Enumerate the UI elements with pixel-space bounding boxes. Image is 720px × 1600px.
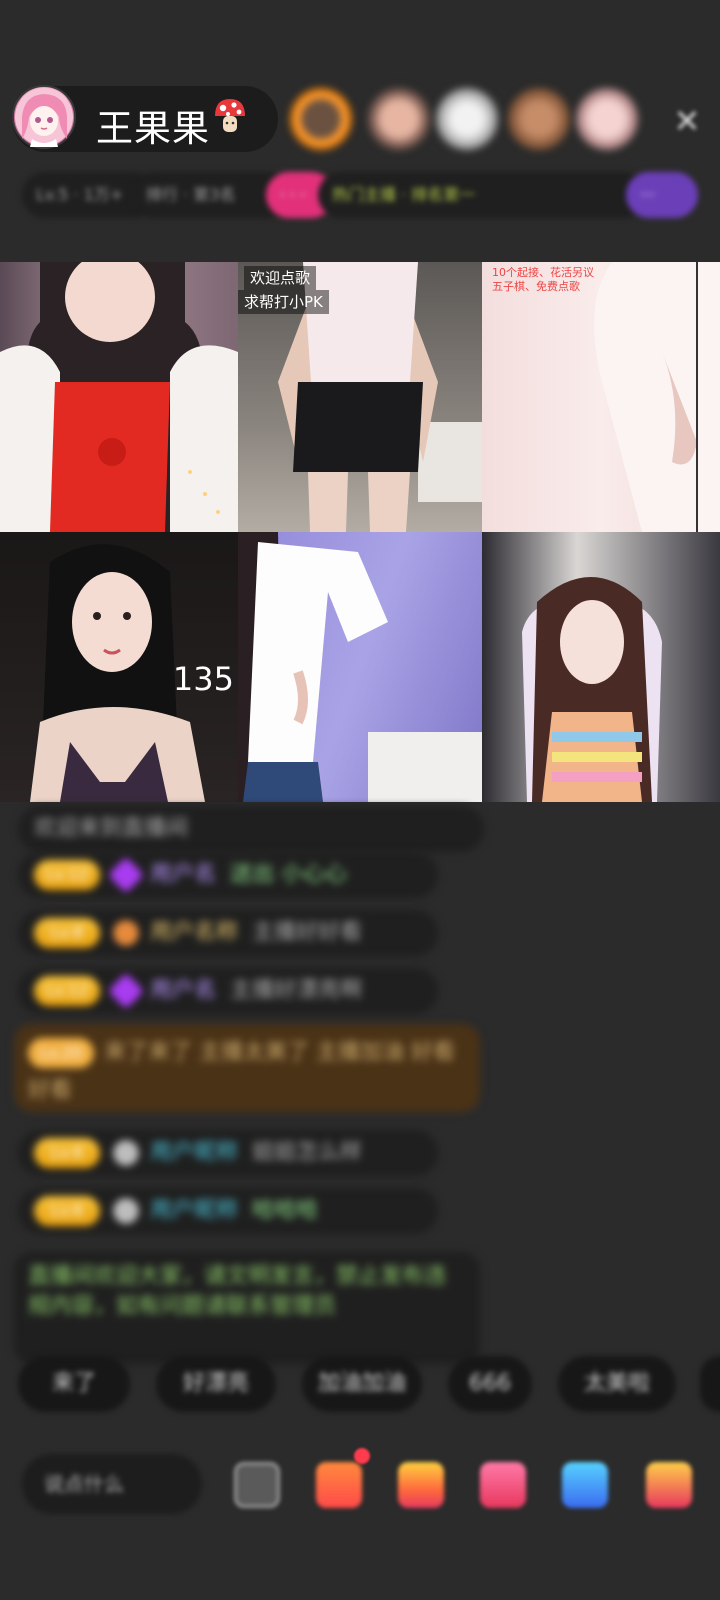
streamer-figure-3 bbox=[594, 262, 720, 532]
chat-text: 主播好好看 bbox=[252, 920, 363, 945]
stats-row: Lv.5 · 1万+ 排行 · 第3名 · · · 热门主播 · 排名第一 ··… bbox=[22, 172, 698, 218]
gift-box-icon[interactable] bbox=[316, 1462, 362, 1508]
video-tile-4[interactable]: 135 bbox=[0, 532, 238, 802]
host-name: 王果果 bbox=[96, 107, 210, 150]
chat-message-3[interactable]: Lv.12 用户名 主播好漂亮啊 bbox=[18, 968, 438, 1014]
video-tile-2[interactable]: 欢迎点歌 求帮打小PK bbox=[238, 262, 482, 532]
quick-reply-1[interactable]: 来了 bbox=[18, 1356, 130, 1412]
chat-input[interactable]: 说点什么 bbox=[22, 1454, 202, 1514]
chat-username[interactable]: 用户名称 bbox=[150, 920, 238, 945]
mushroom-icon bbox=[215, 99, 245, 132]
video-grid: 欢迎点歌 求帮打小PK 10个起接、花活另议 五子棋、免费点歌 135 bbox=[0, 262, 720, 802]
close-icon[interactable]: ✕ bbox=[670, 104, 704, 138]
chat-message-2[interactable]: Lv.8 用户名称 主播好好看 bbox=[18, 910, 438, 956]
chat-system-line: 欢迎来到直播间 bbox=[18, 806, 484, 852]
quick-reply-2[interactable]: 好漂亮 bbox=[156, 1356, 276, 1412]
chat-username[interactable]: 用户昵称 bbox=[150, 1140, 238, 1165]
avatar-illustration bbox=[15, 88, 73, 147]
viewer-avatar-3[interactable] bbox=[436, 88, 498, 150]
heart-icon bbox=[107, 914, 145, 952]
treasure-icon[interactable] bbox=[398, 1462, 444, 1508]
chat-text: 姐姐怎么样 bbox=[252, 1140, 363, 1165]
tile-2-caption-2: 求帮打小PK bbox=[238, 290, 329, 314]
avatar-icon bbox=[107, 1192, 145, 1230]
viewer-avatar-2[interactable] bbox=[368, 88, 430, 150]
quick-reply-3[interactable]: 加油加油 bbox=[302, 1356, 422, 1412]
chat-text: 送出 小心心 bbox=[230, 862, 348, 887]
viewer-avatar-4[interactable] bbox=[508, 88, 570, 150]
tile-3-caption-1: 10个起接、花活另议 bbox=[492, 266, 594, 279]
video-tile-3[interactable]: 10个起接、花活另议 五子棋、免费点歌 bbox=[482, 262, 720, 532]
level-badge: Lv.6 bbox=[34, 1196, 100, 1226]
quick-reply-more[interactable] bbox=[700, 1356, 720, 1412]
chat-message-5[interactable]: Lv.6 用户昵称 哈哈哈 bbox=[18, 1188, 438, 1234]
quick-reply-4[interactable]: 666 bbox=[448, 1356, 532, 1412]
video-tile-6[interactable] bbox=[482, 532, 720, 802]
chat-username[interactable]: 用户名 bbox=[150, 862, 216, 887]
chat-text: 哈哈哈 bbox=[252, 1198, 319, 1223]
gem-icon bbox=[107, 972, 145, 1010]
notification-dot bbox=[354, 1448, 370, 1464]
chat-text: 主播好漂亮啊 bbox=[230, 978, 363, 1003]
stat-chip-more[interactable]: ··· bbox=[626, 172, 698, 218]
level-badge: Lv.12 bbox=[34, 860, 100, 890]
gem-icon bbox=[107, 856, 145, 894]
emoji-icon[interactable] bbox=[234, 1462, 280, 1508]
viewer-avatar-5[interactable] bbox=[576, 88, 638, 150]
level-badge: Lv.12 bbox=[34, 976, 100, 1006]
chat-username[interactable]: 用户名 bbox=[150, 978, 216, 1003]
controller-icon[interactable] bbox=[562, 1462, 608, 1508]
chat-message-1[interactable]: Lv.12 用户名 送出 小心心 bbox=[18, 852, 438, 898]
chat-username[interactable]: 用户昵称 bbox=[150, 1198, 238, 1223]
stat-chip-hot[interactable]: 热门主播 · 排名第一 bbox=[318, 172, 646, 218]
level-badge: Lv.8 bbox=[34, 918, 100, 948]
chat-message-4[interactable]: Lv.6 用户昵称 姐姐怎么样 bbox=[18, 1130, 438, 1176]
viewer-avatar-1[interactable] bbox=[290, 88, 352, 150]
tile-2-caption-1: 欢迎点歌 bbox=[244, 266, 317, 290]
quick-reply-5[interactable]: 太美啦 bbox=[558, 1356, 676, 1412]
tile-3-caption-2: 五子棋、免费点歌 bbox=[492, 280, 580, 293]
host-avatar[interactable] bbox=[12, 85, 76, 149]
level-badge: Lv.20 bbox=[28, 1038, 94, 1068]
video-tile-5[interactable] bbox=[238, 532, 482, 802]
game-icon[interactable] bbox=[480, 1462, 526, 1508]
chat-notice-block: 直播间欢迎大家，请文明发言，禁止发布违规内容，如有问题请联系管理员 bbox=[14, 1252, 480, 1364]
level-badge: Lv.6 bbox=[34, 1138, 100, 1168]
streamer-figure-1 bbox=[0, 262, 238, 532]
gift-icon[interactable] bbox=[646, 1462, 692, 1508]
tile-4-score: 135 bbox=[172, 660, 234, 698]
video-tile-1[interactable] bbox=[0, 262, 238, 532]
notice-text: 直播间欢迎大家，请文明发言，禁止发布违规内容，如有问题请联系管理员 bbox=[28, 1264, 447, 1319]
avatar-icon bbox=[107, 1134, 145, 1172]
streamer-figure-6 bbox=[522, 577, 662, 802]
chat-message-highlight[interactable]: Lv.20 来了来了 主播太美了 主播加油 好看好看 bbox=[14, 1024, 480, 1112]
streamer-figure-5 bbox=[238, 532, 482, 802]
